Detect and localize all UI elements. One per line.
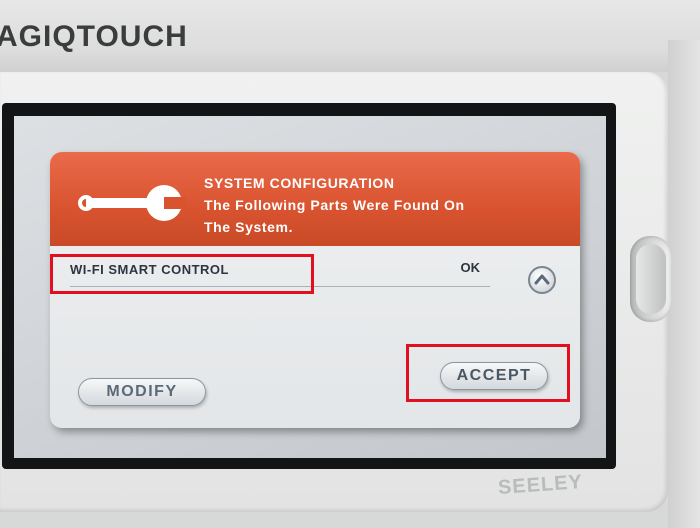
hardware-side-button[interactable] xyxy=(630,236,672,322)
part-status: OK xyxy=(460,260,481,275)
side-button-face xyxy=(636,244,666,314)
dialog-header: SYSTEM CONFIGURATION The Following Parts… xyxy=(50,152,580,246)
scroll-up-button[interactable] xyxy=(528,266,556,294)
dialog-message-line1: The Following Parts Were Found On xyxy=(204,197,465,213)
brand-logo: AGIQTOUCH xyxy=(0,20,188,53)
device-side xyxy=(668,40,700,528)
modify-button[interactable]: MODIFY xyxy=(78,378,206,406)
dialog-title: SYSTEM CONFIGURATION xyxy=(204,175,395,191)
chevron-up-icon xyxy=(534,274,550,285)
part-highlight-box xyxy=(50,254,314,294)
dialog-message-line2: The System. xyxy=(204,219,294,235)
wrench-icon xyxy=(78,185,186,221)
device-top-housing: AGIQTOUCH xyxy=(0,0,700,72)
accept-highlight-box xyxy=(406,344,570,402)
